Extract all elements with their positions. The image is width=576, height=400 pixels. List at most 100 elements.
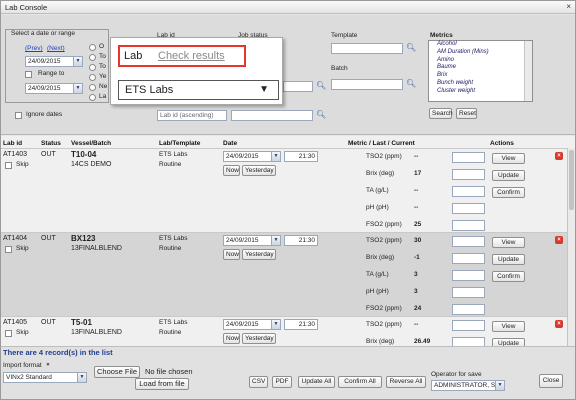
update-button[interactable]: Update [492, 338, 525, 346]
import-format-select[interactable]: VINx2 Standard ▼ [3, 372, 87, 383]
import-format-chevron-icon[interactable]: ▼ [77, 373, 86, 382]
date-radio-4[interactable] [89, 74, 96, 81]
row-date-chevron-icon[interactable]: ▼ [271, 320, 280, 329]
metrics-item[interactable]: Bunch weight [437, 80, 532, 88]
metric-last: 30 [414, 237, 422, 244]
next-link[interactable]: (Next) [47, 45, 65, 52]
job-status-select[interactable] [283, 81, 313, 92]
metrics-item[interactable]: Baume [437, 64, 532, 72]
date-group-label: Select a date or range [10, 30, 76, 37]
secondary-search-icon[interactable]: 🔍︎ [316, 110, 326, 120]
metric-current-input[interactable] [452, 169, 485, 180]
now-button[interactable]: Now [223, 333, 240, 344]
batch-input[interactable] [331, 79, 403, 90]
metrics-item[interactable]: Brix [437, 72, 532, 80]
skip-checkbox[interactable] [5, 330, 12, 337]
date-radio-1[interactable] [89, 44, 96, 51]
date-to-input[interactable]: 24/09/2015 ▼ [25, 83, 83, 94]
skip-checkbox[interactable] [5, 246, 12, 253]
grid-scrollbar[interactable] [567, 148, 575, 346]
operator-label: Operator for save [431, 371, 482, 378]
date-radio-2[interactable] [89, 54, 96, 61]
choose-file-button[interactable]: Choose File [94, 366, 140, 378]
view-button[interactable]: View [492, 153, 525, 164]
date-radio-5[interactable] [89, 84, 96, 91]
load-from-file-button[interactable]: Load from file [135, 378, 189, 390]
update-all-button[interactable]: Update All [298, 376, 335, 388]
metrics-item[interactable]: Cluster weight [437, 88, 532, 96]
delete-row-icon[interactable]: × [555, 152, 563, 160]
metrics-item[interactable]: Alcohol [437, 41, 532, 49]
metrics-item[interactable]: Amino [437, 57, 532, 65]
search-button[interactable]: Search [429, 108, 453, 119]
skip-checkbox[interactable] [5, 162, 12, 169]
skip-label: Skip [16, 161, 29, 168]
row-time-input[interactable]: 21:30 [284, 235, 318, 246]
date-to-chevron-icon[interactable]: ▼ [73, 84, 82, 93]
confirm-all-button[interactable]: Confirm All [338, 376, 382, 388]
operator-select[interactable]: ADMINISTRATOR, S ▼ [431, 380, 505, 391]
metric-current-input[interactable] [452, 304, 485, 315]
metric-current-input[interactable] [452, 152, 485, 163]
update-button[interactable]: Update [492, 170, 525, 181]
metric-current-input[interactable] [452, 220, 485, 231]
template-input[interactable] [331, 43, 403, 54]
row-time-input[interactable]: 21:30 [284, 319, 318, 330]
metrics-scrollbar[interactable] [524, 41, 532, 101]
csv-button[interactable]: CSV [249, 376, 268, 388]
row-date-input[interactable]: 24/09/2015 ▼ [223, 319, 281, 330]
pdf-button[interactable]: PDF [272, 376, 292, 388]
metric-current-input[interactable] [452, 270, 485, 281]
delete-row-icon[interactable]: × [555, 320, 563, 328]
date-from-input[interactable]: 24/09/2015 ▼ [25, 56, 83, 67]
row-date-input[interactable]: 24/09/2015 ▼ [223, 235, 281, 246]
delete-row-icon[interactable]: × [555, 236, 563, 244]
record-count: There are 4 record(s) in the list [3, 348, 113, 357]
metric-current-input[interactable] [452, 253, 485, 264]
metric-last: 17 [414, 170, 422, 177]
metric-current-input[interactable] [452, 203, 485, 214]
yesterday-button[interactable]: Yesterday [242, 249, 276, 260]
date-from-chevron-icon[interactable]: ▼ [73, 57, 82, 66]
confirm-button[interactable]: Confirm [492, 187, 525, 198]
yesterday-button[interactable]: Yesterday [242, 165, 276, 176]
view-button[interactable]: View [492, 321, 525, 332]
row-vessel: T5-01 [71, 318, 92, 327]
yesterday-button[interactable]: Yesterday [242, 333, 276, 344]
metric-current-input[interactable] [452, 236, 485, 247]
metric-current-input[interactable] [452, 186, 485, 197]
check-results-link[interactable]: Check results [158, 50, 225, 62]
confirm-button[interactable]: Confirm [492, 271, 525, 282]
view-button[interactable]: View [492, 237, 525, 248]
metric-current-input[interactable] [452, 337, 485, 346]
metrics-list[interactable]: Alcohol AM Duration (Mins) Amino Baume B… [428, 40, 533, 102]
close-button[interactable]: Close [539, 374, 563, 388]
sort-select[interactable]: Lab id (ascending) [157, 110, 227, 121]
date-radio-3[interactable] [89, 64, 96, 71]
row-time-input[interactable]: 21:30 [284, 151, 318, 162]
lab-select[interactable]: ETS Labs ▼ [118, 80, 279, 100]
ignore-dates-checkbox[interactable] [15, 112, 22, 119]
update-button[interactable]: Update [492, 254, 525, 265]
grid-scrollbar-thumb[interactable] [569, 150, 574, 210]
job-status-search-icon[interactable]: 🔍︎ [316, 81, 326, 91]
row-date-chevron-icon[interactable]: ▼ [271, 152, 280, 161]
date-radio-6[interactable] [89, 94, 96, 101]
job-status-secondary-input[interactable] [231, 110, 313, 121]
metric-current-input[interactable] [452, 287, 485, 298]
batch-search-icon[interactable]: 🔍︎ [406, 79, 416, 89]
now-button[interactable]: Now [223, 249, 240, 260]
row-date-chevron-icon[interactable]: ▼ [271, 236, 280, 245]
range-to-checkbox[interactable] [25, 71, 32, 78]
close-window-icon[interactable]: × [566, 2, 571, 11]
import-format-info-icon: ● [46, 361, 50, 368]
metric-current-input[interactable] [452, 320, 485, 331]
template-search-icon[interactable]: 🔍︎ [406, 43, 416, 53]
metrics-item[interactable]: AM Duration (Mins) [437, 49, 532, 57]
row-date-input[interactable]: 24/09/2015 ▼ [223, 151, 281, 162]
operator-chevron-icon[interactable]: ▼ [495, 381, 504, 390]
prev-link[interactable]: (Prev) [25, 45, 43, 52]
now-button[interactable]: Now [223, 165, 240, 176]
reverse-all-button[interactable]: Reverse All [386, 376, 426, 388]
reset-button[interactable]: Reset [456, 108, 477, 119]
